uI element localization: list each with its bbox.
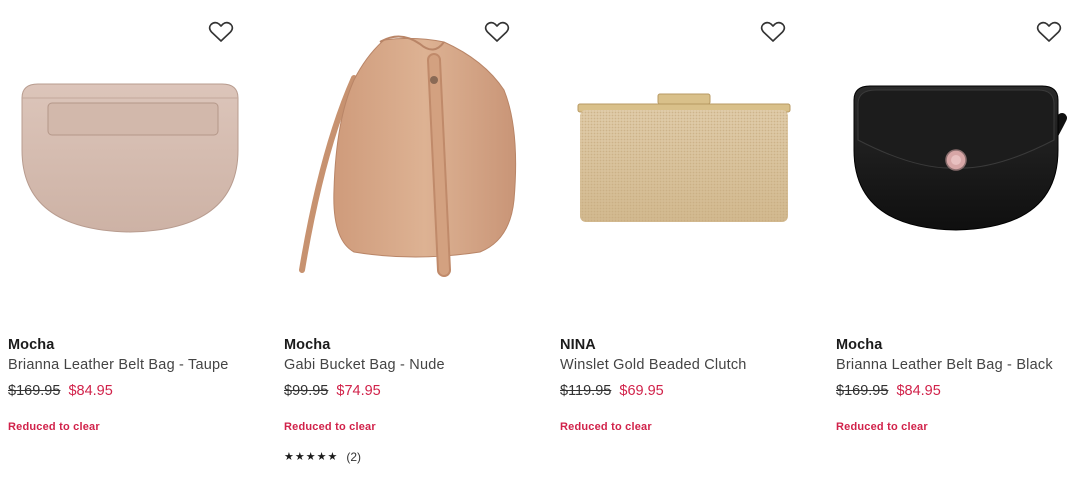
price-row: $169.95 $84.95 bbox=[836, 383, 941, 399]
promo-badge: Reduced to clear bbox=[836, 421, 928, 433]
price-row: $99.95 $74.95 bbox=[284, 383, 381, 399]
product-image-black-belt-bag[interactable] bbox=[836, 0, 1080, 320]
product-card: Mocha Brianna Leather Belt Bag - Taupe $… bbox=[8, 0, 252, 480]
product-name[interactable]: Gabi Bucket Bag - Nude bbox=[284, 357, 445, 373]
product-image-gold-beaded-clutch[interactable] bbox=[560, 0, 804, 320]
heart-outline-icon bbox=[484, 21, 510, 42]
original-price: $99.95 bbox=[284, 383, 329, 399]
black-belt-bag-image bbox=[853, 85, 1067, 231]
wishlist-button[interactable] bbox=[206, 17, 236, 47]
product-image-nude-bucket-bag[interactable] bbox=[284, 0, 528, 320]
product-name[interactable]: Brianna Leather Belt Bag - Taupe bbox=[8, 357, 229, 373]
sale-price: $84.95 bbox=[68, 383, 113, 399]
sale-price: $84.95 bbox=[896, 383, 941, 399]
heart-outline-icon bbox=[760, 21, 786, 42]
star-icon: ★ bbox=[294, 451, 305, 463]
star-icon: ★ bbox=[305, 451, 316, 463]
price-row: $119.95 $69.95 bbox=[560, 383, 664, 399]
product-name[interactable]: Winslet Gold Beaded Clutch bbox=[560, 357, 747, 373]
star-icon: ★ bbox=[316, 451, 327, 463]
promo-badge: Reduced to clear bbox=[560, 421, 652, 433]
heart-outline-icon bbox=[1036, 21, 1062, 42]
review-count: (2) bbox=[346, 450, 362, 464]
price-row: $169.95 $84.95 bbox=[8, 383, 113, 399]
product-brand[interactable]: Mocha bbox=[8, 337, 54, 353]
product-card: NINA Winslet Gold Beaded Clutch $119.95 … bbox=[560, 0, 804, 480]
original-price: $119.95 bbox=[560, 383, 612, 399]
wishlist-button[interactable] bbox=[1034, 17, 1064, 47]
nude-bucket-bag-image bbox=[299, 35, 517, 277]
heart-outline-icon bbox=[208, 21, 234, 42]
star-rating: ★ ★ ★ ★ ★ bbox=[284, 451, 337, 463]
rating[interactable]: ★ ★ ★ ★ ★ (2) bbox=[284, 450, 361, 464]
star-icon: ★ bbox=[284, 451, 294, 463]
wishlist-button[interactable] bbox=[482, 17, 512, 47]
gold-beaded-clutch-image bbox=[577, 93, 791, 222]
product-brand[interactable]: Mocha bbox=[284, 337, 330, 353]
product-brand[interactable]: NINA bbox=[560, 337, 596, 353]
original-price: $169.95 bbox=[836, 383, 889, 399]
taupe-belt-bag-image bbox=[21, 83, 239, 233]
sale-price: $69.95 bbox=[619, 383, 664, 399]
promo-badge: Reduced to clear bbox=[8, 421, 100, 433]
product-grid: Mocha Brianna Leather Belt Bag - Taupe $… bbox=[0, 0, 1080, 480]
product-brand[interactable]: Mocha bbox=[836, 337, 882, 353]
product-card: Mocha Brianna Leather Belt Bag - Black $… bbox=[836, 0, 1080, 480]
promo-badge: Reduced to clear bbox=[284, 421, 376, 433]
original-price: $169.95 bbox=[8, 383, 61, 399]
product-card: Mocha Gabi Bucket Bag - Nude $99.95 $74.… bbox=[284, 0, 528, 480]
wishlist-button[interactable] bbox=[758, 17, 788, 47]
star-icon: ★ bbox=[327, 451, 338, 463]
product-name[interactable]: Brianna Leather Belt Bag - Black bbox=[836, 357, 1053, 373]
product-image-taupe-belt-bag[interactable] bbox=[8, 0, 252, 320]
sale-price: $74.95 bbox=[336, 383, 381, 399]
